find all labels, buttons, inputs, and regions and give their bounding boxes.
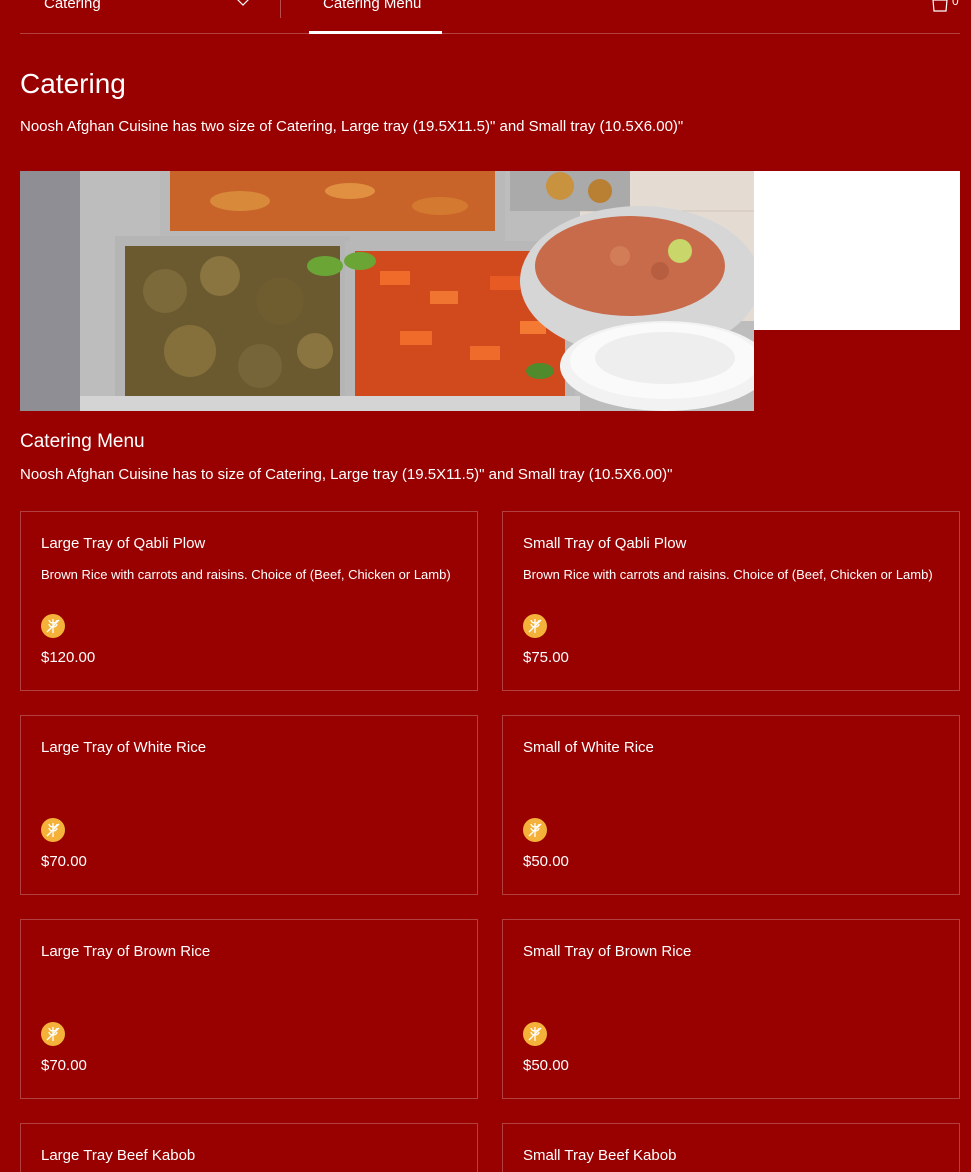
menu-item-description: Brown Rice with carrots and raisins. Cho…	[523, 567, 933, 582]
menu-item-card[interactable]: Large Tray of Qabli Plow Brown Rice with…	[20, 511, 478, 691]
tab-catering-menu[interactable]: Catering Menu	[309, 0, 442, 34]
section-title: Catering Menu	[20, 431, 145, 452]
menu-item-card[interactable]: Large Tray Beef Kabob	[20, 1123, 478, 1172]
menu-item-price: $50.00	[523, 853, 569, 870]
menu-item-name: Large Tray of White Rice	[41, 739, 207, 756]
cart-count: 0	[952, 0, 959, 8]
menu-item-price: $70.00	[41, 853, 87, 870]
gluten-free-icon	[523, 614, 547, 638]
menu-item-name: Large Tray Beef Kabob	[41, 1147, 196, 1164]
menu-item-price: $120.00	[41, 649, 96, 666]
menu-item-card[interactable]: Large Tray of Brown Rice $70.00	[20, 919, 478, 1099]
gluten-free-icon	[41, 1022, 65, 1046]
menu-item-price: $75.00	[523, 649, 569, 666]
page-title: Catering	[20, 68, 126, 99]
menu-item-name: Small Tray Beef Kabob	[523, 1147, 677, 1164]
menu-item-price: $50.00	[523, 1057, 569, 1074]
gluten-free-icon	[523, 818, 547, 842]
menu-nav-bar: Catering Catering Menu 0	[20, 0, 960, 34]
menu-selector-label: Catering	[44, 0, 101, 12]
menu-item-name: Small Tray of Qabli Plow	[523, 535, 687, 552]
shopping-bag-icon	[932, 0, 948, 12]
menu-item-description: Brown Rice with carrots and raisins. Cho…	[41, 567, 451, 582]
menu-item-name: Large Tray of Qabli Plow	[41, 535, 206, 552]
section-description: Noosh Afghan Cuisine has to size of Cate…	[20, 466, 673, 483]
tab-catering-menu-label: Catering Menu	[323, 0, 422, 12]
menu-item-card[interactable]: Small of White Rice $50.00	[502, 715, 960, 895]
menu-item-card[interactable]: Large Tray of White Rice $70.00	[20, 715, 478, 895]
gluten-free-icon	[41, 818, 65, 842]
gluten-free-icon	[41, 614, 65, 638]
page-description: Noosh Afghan Cuisine has two size of Cat…	[20, 118, 684, 135]
nav-divider	[280, 0, 281, 18]
gluten-free-icon	[523, 1022, 547, 1046]
menu-item-name: Small of White Rice	[523, 739, 654, 756]
menu-item-name: Small Tray of Brown Rice	[523, 943, 692, 960]
menu-selector[interactable]: Catering	[20, 0, 280, 33]
menu-item-price: $70.00	[41, 1057, 87, 1074]
cart-button[interactable]: 0	[930, 0, 960, 14]
menu-item-card[interactable]: Small Tray Beef Kabob	[502, 1123, 960, 1172]
menu-item-name: Large Tray of Brown Rice	[41, 943, 211, 960]
catering-hero-image	[20, 171, 754, 411]
blank-panel	[754, 171, 960, 330]
menu-item-card[interactable]: Small Tray of Qabli Plow Brown Rice with…	[502, 511, 960, 691]
chevron-down-icon	[237, 0, 249, 6]
menu-item-card[interactable]: Small Tray of Brown Rice $50.00	[502, 919, 960, 1099]
